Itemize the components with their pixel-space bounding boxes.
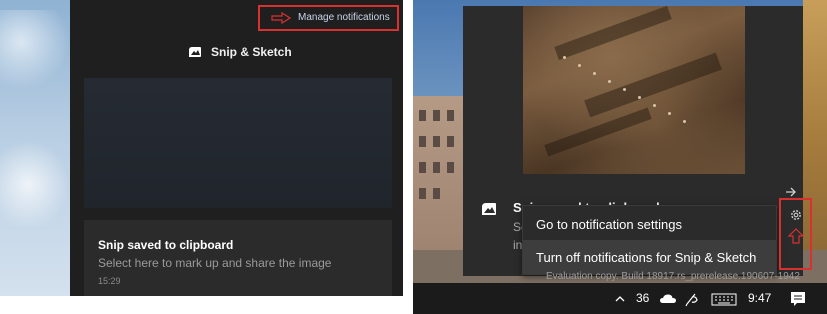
- gear-icon[interactable]: [789, 208, 803, 222]
- app-name: Snip & Sketch: [211, 45, 292, 59]
- menu-item-go-to-settings[interactable]: Go to notification settings: [523, 207, 776, 241]
- action-center: Manage notifications Snip & Sketch Snip …: [70, 0, 403, 296]
- app-group-header: Snip & Sketch: [188, 44, 292, 60]
- notification-context-menu: Go to notification settings Turn off not…: [522, 205, 777, 275]
- keyboard-icon[interactable]: [711, 291, 737, 307]
- desktop-background-cloud: [0, 10, 70, 90]
- pen-icon[interactable]: [684, 291, 700, 307]
- menu-item-turn-off-notifications[interactable]: Turn off notifications for Snip & Sketch: [523, 240, 776, 274]
- notification-card[interactable]: Snip saved to clipboard Select here to m…: [84, 220, 392, 296]
- build-watermark: Evaluation copy. Build 18917.rs_prerelea…: [546, 271, 800, 282]
- up-arrow-icon: [788, 228, 804, 244]
- notification-body: Select here to mark up and share the ima…: [98, 256, 332, 270]
- cloud-icon[interactable]: [659, 291, 677, 307]
- notification-time: 15:29: [98, 276, 121, 286]
- toast-body-line2: in: [513, 238, 523, 252]
- notification-image-preview[interactable]: [84, 78, 392, 208]
- manage-notifications-highlight[interactable]: Manage notifications: [258, 5, 399, 31]
- taskbar: 36 9:47: [413, 283, 827, 314]
- left-screenshot: Manage notifications Snip & Sketch Snip …: [0, 0, 403, 296]
- settings-gear-highlight: [779, 198, 812, 270]
- right-arrow-icon[interactable]: [785, 186, 797, 198]
- right-arrow-icon: [271, 12, 291, 24]
- snip-sketch-icon: [482, 203, 496, 215]
- notification-icon[interactable]: [790, 291, 806, 307]
- manage-notifications-link[interactable]: Manage notifications: [298, 12, 390, 23]
- chevron-up-icon[interactable]: [614, 291, 626, 307]
- desktop-background: [0, 140, 70, 230]
- toast-image-preview: [523, 5, 745, 174]
- snip-sketch-icon: [189, 47, 201, 57]
- notification-title: Snip saved to clipboard: [98, 238, 234, 252]
- taskbar-clock[interactable]: 9:47: [748, 291, 771, 305]
- weather-temperature[interactable]: 36: [636, 291, 649, 305]
